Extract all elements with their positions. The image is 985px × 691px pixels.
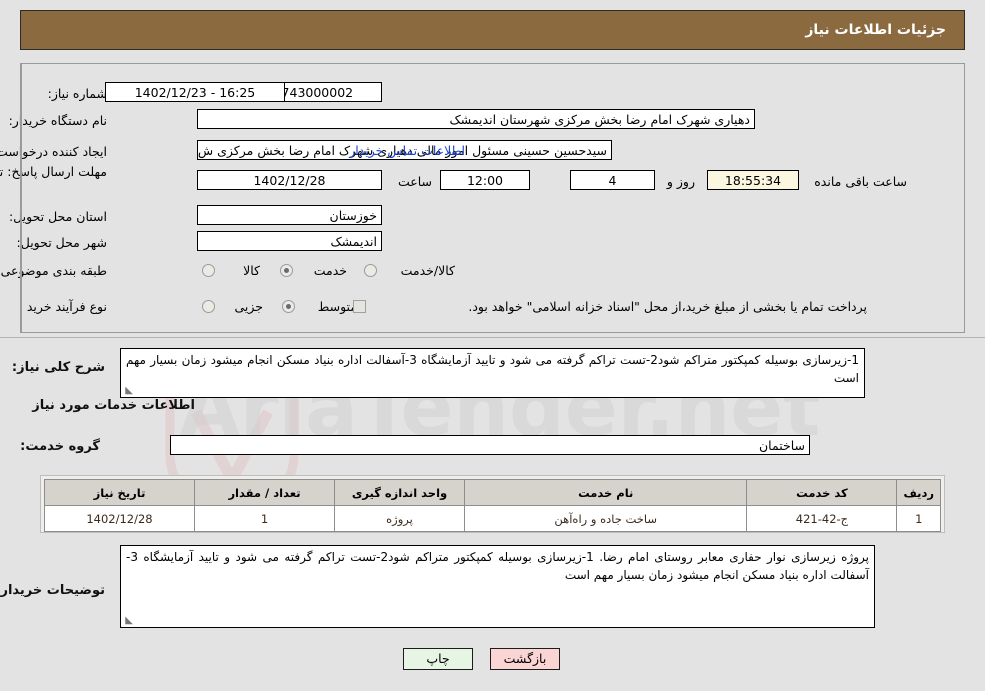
buyer-contact-link[interactable]: اطلاعات تماس خریدار	[349, 143, 465, 158]
cell-quantity: 1	[194, 505, 335, 532]
service-group-label: گروه خدمت:	[20, 439, 100, 454]
cell-service-code: ج-42-421	[746, 505, 898, 532]
cell-need-date: 1402/12/28	[44, 505, 195, 532]
window-title-bar: جزئیات اطلاعات نیاز	[20, 10, 965, 50]
th-row: ردیف	[896, 479, 941, 506]
table-row[interactable]: 1 ج-42-421 ساخت جاده و راه‌آهن پروژه 1 1…	[44, 505, 941, 532]
th-service-code: کد خدمت	[746, 479, 898, 506]
services-table: ردیف کد خدمت نام خدمت واحد اندازه گیری ت…	[44, 479, 941, 532]
summary-label: شرح کلی نیاز:	[11, 360, 105, 375]
services-table-container: ردیف کد خدمت نام خدمت واحد اندازه گیری ت…	[40, 475, 945, 533]
service-group-value: ساختمان	[170, 435, 810, 455]
summary-textarea[interactable]: 1-زیرسازی بوسیله کمپکتور متراکم شود2-تست…	[120, 348, 865, 398]
print-button[interactable]: چاپ	[403, 648, 473, 670]
cell-row: 1	[896, 505, 941, 532]
buyer-notes-textarea[interactable]: پروژه زیرسازی نوار حفاری معابر روستای ام…	[120, 545, 875, 628]
buyer-notes-label: توضیحات خریدار:	[0, 583, 105, 598]
th-service-name: نام خدمت	[463, 479, 748, 506]
resize-grip-icon[interactable]: ◣	[123, 386, 133, 396]
cell-service-name: ساخت جاده و راه‌آهن	[463, 505, 748, 532]
th-unit: واحد اندازه گیری	[334, 479, 465, 506]
resize-grip-icon-2[interactable]: ◣	[123, 616, 133, 626]
summary-text: 1-زیرسازی بوسیله کمپکتور متراکم شود2-تست…	[126, 353, 860, 385]
need-info-panel	[20, 63, 965, 333]
buyer-notes-text: پروژه زیرسازی نوار حفاری معابر روستای ام…	[126, 550, 869, 582]
divider-1	[0, 337, 985, 338]
th-quantity: تعداد / مقدار	[194, 479, 335, 506]
table-header-row: ردیف کد خدمت نام خدمت واحد اندازه گیری ت…	[44, 479, 941, 506]
back-button[interactable]: بازگشت	[490, 648, 560, 670]
th-need-date: تاریخ نیاز	[44, 479, 195, 506]
page-title: جزئیات اطلاعات نیاز	[805, 22, 946, 38]
page-root: AriaTender.net جزئیات اطلاعات نیاز شماره…	[0, 0, 985, 691]
services-section-title: اطلاعات خدمات مورد نیاز	[32, 398, 195, 413]
cell-unit: پروژه	[334, 505, 465, 532]
